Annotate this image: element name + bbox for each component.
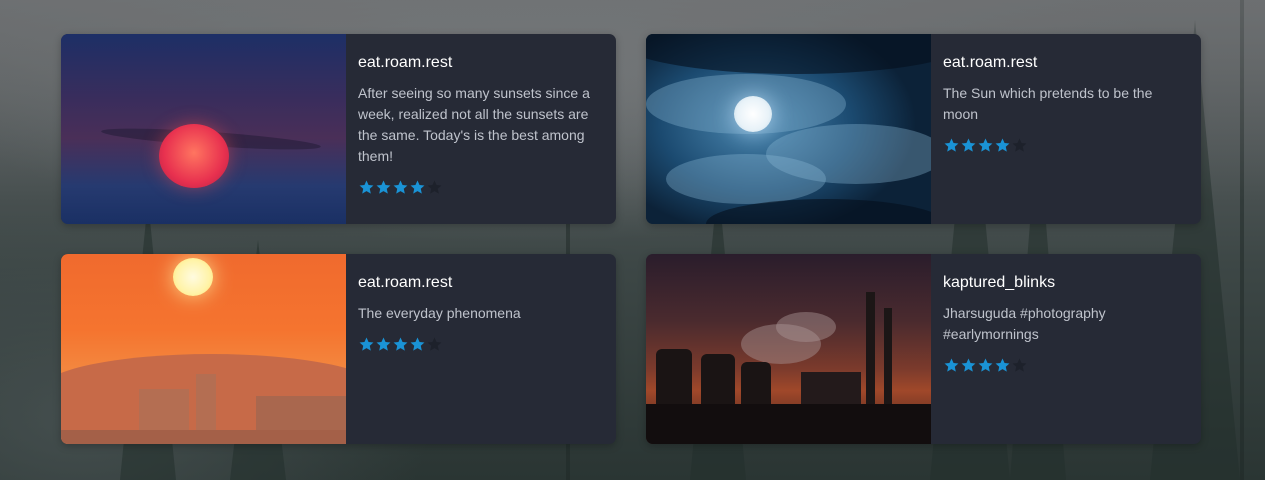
photo-ground-shape xyxy=(61,430,346,444)
star-filled-icon[interactable] xyxy=(392,336,409,353)
card-body: eat.roam.rest The Sun which pretends to … xyxy=(931,34,1201,224)
star-filled-icon[interactable] xyxy=(392,179,409,196)
photo-ground-shape xyxy=(646,404,931,444)
card-username[interactable]: eat.roam.rest xyxy=(943,54,1189,72)
star-filled-icon[interactable] xyxy=(977,137,994,154)
star-filled-icon[interactable] xyxy=(994,357,1011,374)
photo-chimney-shape xyxy=(884,308,892,412)
photo-smoke-shape xyxy=(776,312,836,342)
star-filled-icon[interactable] xyxy=(409,336,426,353)
star-empty-icon[interactable] xyxy=(426,179,443,196)
star-filled-icon[interactable] xyxy=(943,357,960,374)
card-caption: The Sun which pretends to be the moon xyxy=(943,85,1153,122)
photo-sun-shape xyxy=(159,124,229,188)
card-username[interactable]: eat.roam.rest xyxy=(358,54,604,72)
photo-sun-shape xyxy=(173,258,213,296)
photo-chimney-shape xyxy=(866,292,875,412)
card-username[interactable]: kaptured_blinks xyxy=(943,274,1189,292)
star-filled-icon[interactable] xyxy=(943,137,960,154)
photo-card[interactable]: eat.roam.rest The Sun which pretends to … xyxy=(646,34,1201,224)
star-filled-icon[interactable] xyxy=(358,336,375,353)
card-body: eat.roam.rest The everyday phenomena xyxy=(346,254,616,444)
star-filled-icon[interactable] xyxy=(960,137,977,154)
star-rating xyxy=(358,177,604,197)
card-body: eat.roam.rest After seeing so many sunse… xyxy=(346,34,616,224)
star-filled-icon[interactable] xyxy=(994,137,1011,154)
photo-thumbnail-red-sunset[interactable] xyxy=(61,34,346,224)
card-body: kaptured_blinks Jharsuguda #photography … xyxy=(931,254,1201,444)
star-rating xyxy=(943,135,1189,155)
photo-thumbnail-orange-sunrise[interactable] xyxy=(61,254,346,444)
card-username[interactable]: eat.roam.rest xyxy=(358,274,604,292)
star-filled-icon[interactable] xyxy=(977,357,994,374)
star-filled-icon[interactable] xyxy=(409,179,426,196)
star-filled-icon[interactable] xyxy=(960,357,977,374)
photo-moon-shape xyxy=(734,96,772,132)
star-empty-icon[interactable] xyxy=(1011,357,1028,374)
photo-card[interactable]: eat.roam.rest The everyday phenomena xyxy=(61,254,616,444)
card-caption: After seeing so many sunsets since a wee… xyxy=(358,85,590,164)
star-empty-icon[interactable] xyxy=(426,336,443,353)
photo-card[interactable]: eat.roam.rest After seeing so many sunse… xyxy=(61,34,616,224)
card-caption: Jharsuguda #photography #earlymornings xyxy=(943,305,1106,342)
star-filled-icon[interactable] xyxy=(375,179,392,196)
photo-thumbnail-industrial-dusk[interactable] xyxy=(646,254,931,444)
photo-card[interactable]: kaptured_blinks Jharsuguda #photography … xyxy=(646,254,1201,444)
photo-thumbnail-moon-clouds[interactable] xyxy=(646,34,931,224)
star-rating xyxy=(943,355,1189,375)
photo-cloud-shape xyxy=(666,154,826,204)
photo-dark-cloud xyxy=(646,34,931,74)
star-empty-icon[interactable] xyxy=(1011,137,1028,154)
star-rating xyxy=(358,334,604,354)
star-filled-icon[interactable] xyxy=(358,179,375,196)
photo-card-grid: eat.roam.rest After seeing so many sunse… xyxy=(61,34,1201,444)
star-filled-icon[interactable] xyxy=(375,336,392,353)
card-caption: The everyday phenomena xyxy=(358,305,521,321)
